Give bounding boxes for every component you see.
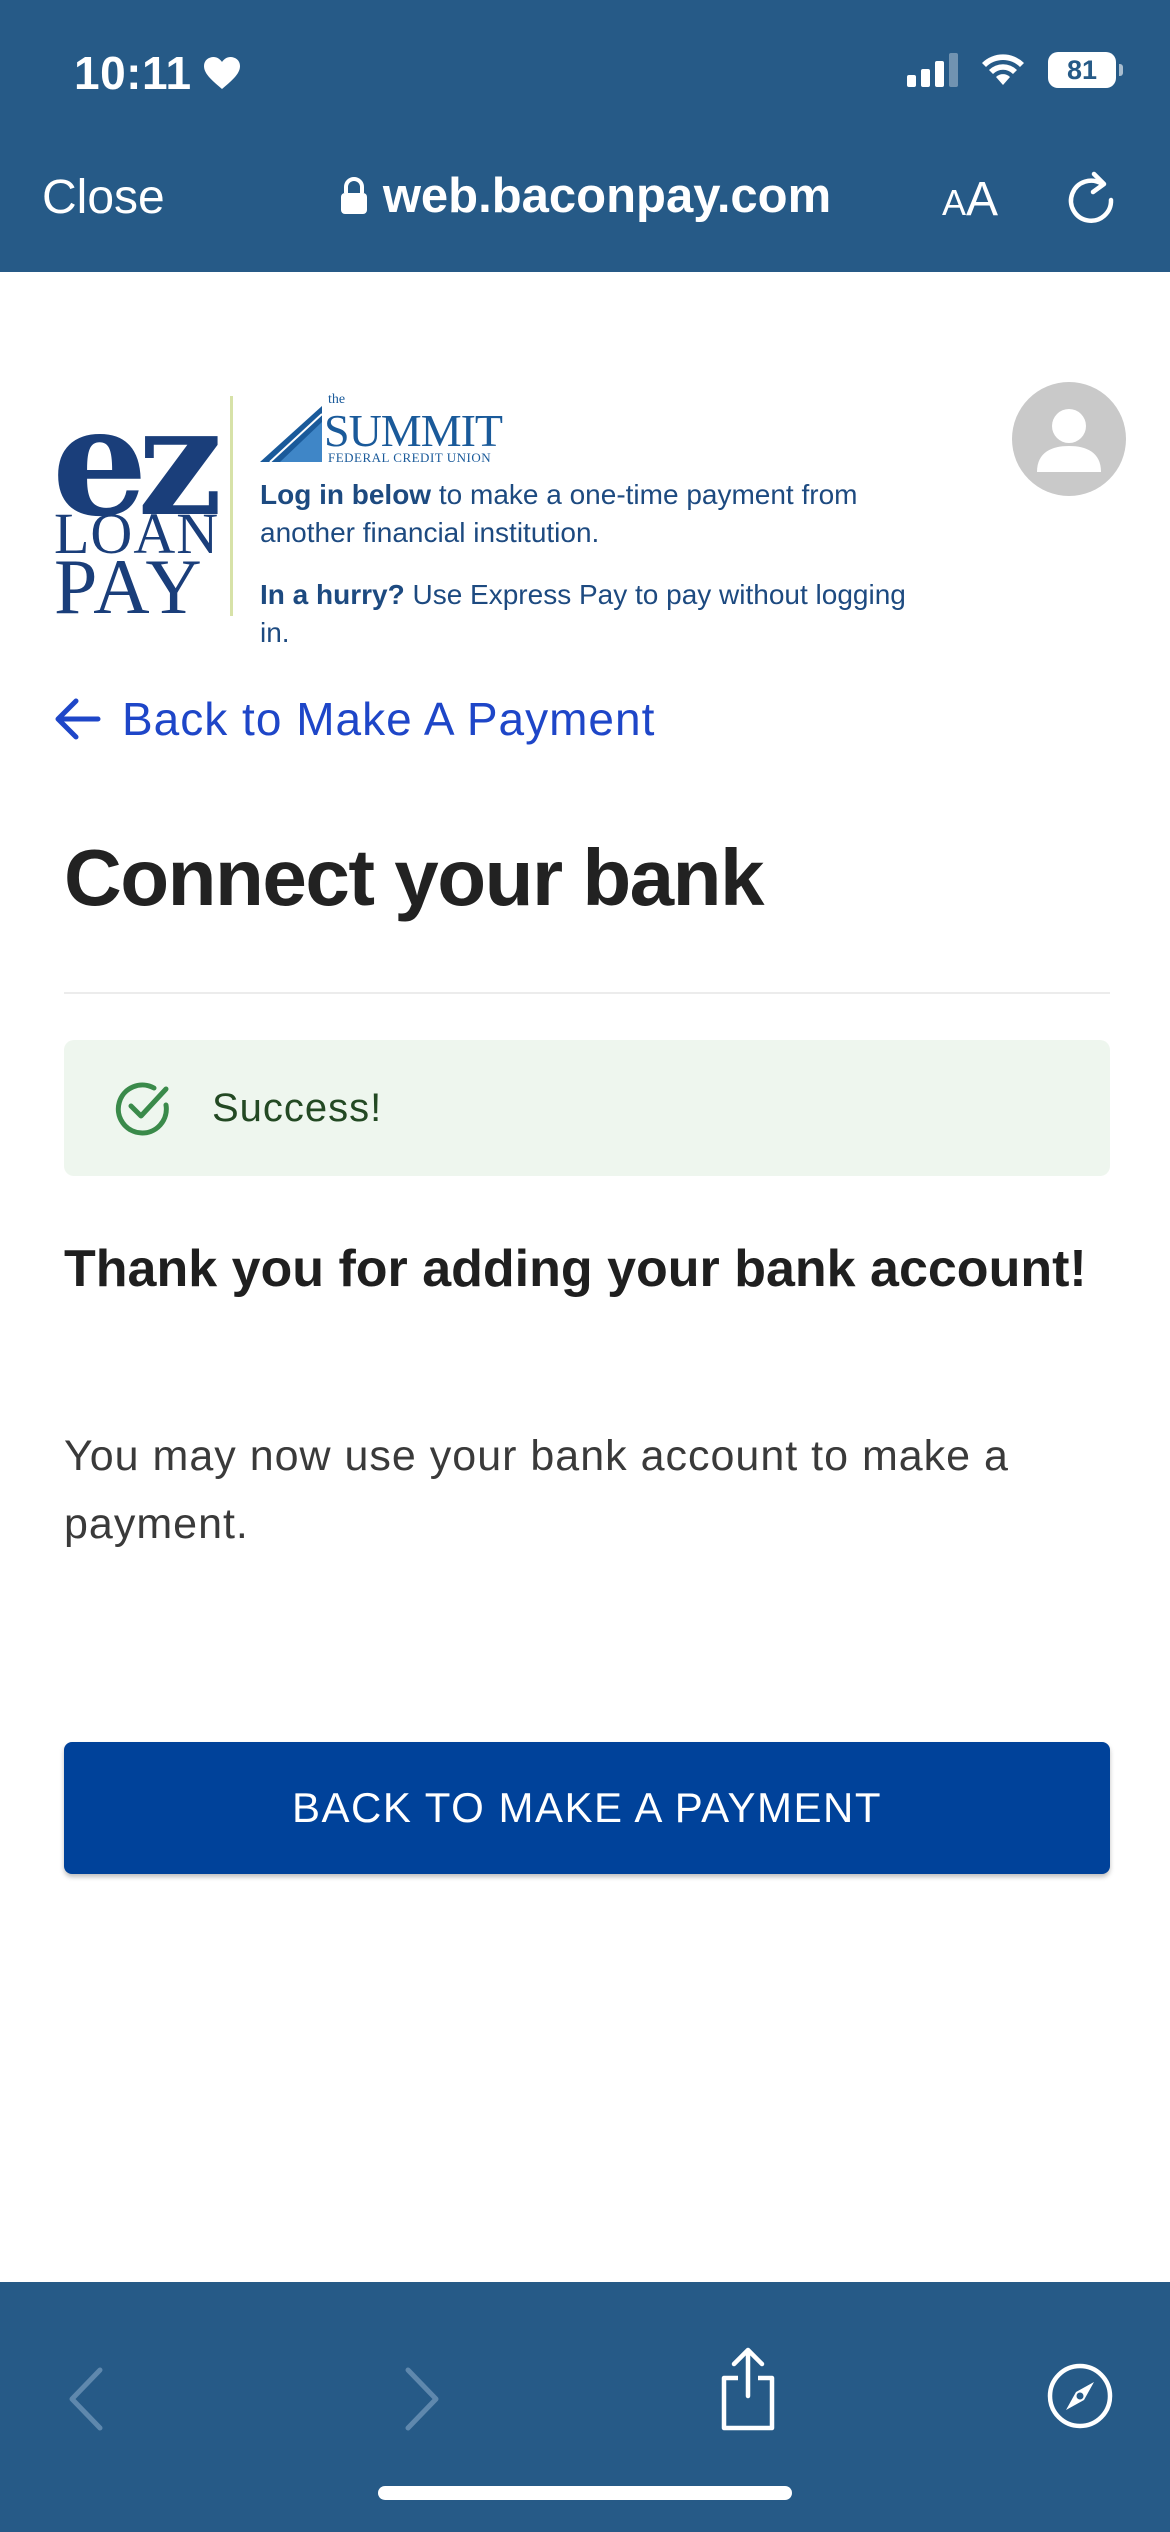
user-icon [1037, 409, 1101, 472]
arrow-left-icon [55, 698, 101, 740]
battery-icon: 81 [1048, 52, 1123, 88]
browser-top-bar: 10:11 81 Close web.baconpay.com AA [0, 0, 1170, 272]
summit-mountain-icon [260, 406, 323, 463]
check-circle-icon [115, 1082, 169, 1136]
credit-union-banner: ez LOAN PAY the SUMMIT FEDERAL CREDIT UN… [52, 387, 932, 648]
reload-icon[interactable] [1064, 170, 1118, 228]
confirmation-heading: Thank you for adding your bank account! [64, 1240, 1087, 1298]
banner-hurry-line: In a hurry? Use Express Pay to pay witho… [260, 576, 940, 652]
battery-level: 81 [1066, 54, 1098, 85]
success-message: Success! [212, 1085, 383, 1130]
page-title: Connect your bank [64, 833, 765, 922]
status-indicators: 81 [907, 52, 1123, 88]
back-link-label: Back to Make A Payment [122, 693, 656, 745]
confirmation-body: You may now use your bank account to mak… [64, 1432, 1009, 1548]
cellular-signal-icon [907, 53, 958, 87]
heart-icon [203, 57, 240, 89]
web-page: ez LOAN PAY the SUMMIT FEDERAL CREDIT UN… [0, 272, 1170, 2282]
text-size-large-label: A [966, 173, 999, 226]
browser-bottom-toolbar [0, 2282, 1170, 2532]
summit-logo: the SUMMIT FEDERAL CREDIT UNION [260, 392, 520, 465]
banner-login-bold: Log in below [260, 479, 432, 510]
back-to-payment-link[interactable]: Back to Make A Payment [52, 692, 655, 746]
chevron-left-icon[interactable] [64, 2364, 108, 2434]
banner-hurry-bold: In a hurry? [260, 579, 405, 610]
avatar[interactable] [1012, 382, 1126, 496]
banner-instructions: Log in below to make a one-time payment … [260, 476, 940, 652]
url-field[interactable]: web.baconpay.com [285, 168, 885, 224]
chevron-right-icon[interactable] [400, 2364, 444, 2434]
wifi-icon [982, 54, 1024, 85]
lock-icon [340, 177, 367, 214]
ez-loan-pay-logo: ez LOAN PAY [52, 387, 223, 626]
status-bar: 10:11 81 [0, 0, 1170, 150]
text-size-small-label: A [942, 182, 967, 223]
back-to-payment-button[interactable]: BACK TO MAKE A PAYMENT [64, 1742, 1110, 1874]
banner-login-line: Log in below to make a one-time payment … [260, 476, 940, 552]
text-size-button[interactable]: AA [942, 172, 998, 227]
url-text: web.baconpay.com [382, 169, 832, 223]
address-bar: Close web.baconpay.com AA [0, 150, 1170, 250]
share-icon[interactable] [716, 2346, 780, 2432]
close-button[interactable]: Close [42, 170, 165, 225]
home-indicator[interactable] [378, 2486, 792, 2500]
title-divider [64, 992, 1110, 994]
status-time-text: 10:11 [74, 47, 192, 99]
status-time: 10:11 [74, 46, 242, 100]
summit-subtitle: FEDERAL CREDIT UNION [328, 450, 492, 465]
ez-logo-pay: PAY [54, 543, 205, 630]
compass-icon[interactable] [1046, 2362, 1114, 2430]
success-alert: Success! [64, 1040, 1110, 1176]
banner-divider [230, 396, 233, 616]
